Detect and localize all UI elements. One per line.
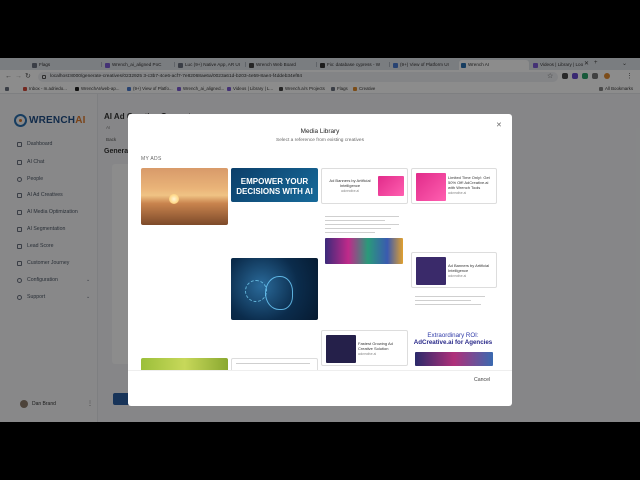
ad-thumbnail-banners-2[interactable]: Ad Banners by Artificial Intelligence adc… [411,252,497,288]
ad-thumbnail-banners-1[interactable]: Ad Banners by Artificial Intelligence adc… [321,168,408,204]
ad-thumbnail-empower[interactable]: EMPOWER YOUR DECISIONS WITH AI [231,168,318,202]
ad-thumbnail-extraordinary-roi[interactable]: Extraordinary ROI: AdCreative.ai for Agen… [411,292,497,370]
ad-preview-image [415,352,493,366]
sun-image [169,194,179,204]
ad-thumbnail-limited-time[interactable]: Limited Time Only!: Get 50% Off! AdCreat… [411,168,497,204]
cancel-button[interactable]: Cancel [474,376,490,384]
media-library-modal: Media Library Select a reference from ex… [128,114,512,406]
ad-thumbnail-document-collage[interactable] [321,212,408,270]
ad-thumbnail-document[interactable] [231,358,318,370]
section-label-my-ads: MY ADS [141,156,162,162]
ad-thumbnail-fastest-growing[interactable]: Fastest Growing Ad Creative Solution adcr… [321,330,408,366]
ad-preview-image [378,176,404,196]
browser-window: Flags Wrench_ai_aligned PoC Luc (9+) Nat… [0,58,640,422]
ad-preview-image [416,257,446,285]
modal-backdrop[interactable]: Media Library Select a reference from ex… [0,58,640,422]
ad-preview-image [326,335,356,363]
ad-preview-image [416,173,446,201]
modal-subtitle: Select a reference from existing creativ… [276,138,364,143]
ad-thumbnail-sunset[interactable] [141,168,228,225]
close-icon[interactable]: ✕ [496,122,502,130]
ads-grid: EMPOWER YOUR DECISIONS WITH AI Ad Banner… [141,168,501,370]
modal-title: Media Library [300,128,340,135]
ad-thumbnail-ai-brain[interactable] [231,258,318,320]
ad-thumbnail-green[interactable] [141,358,228,370]
